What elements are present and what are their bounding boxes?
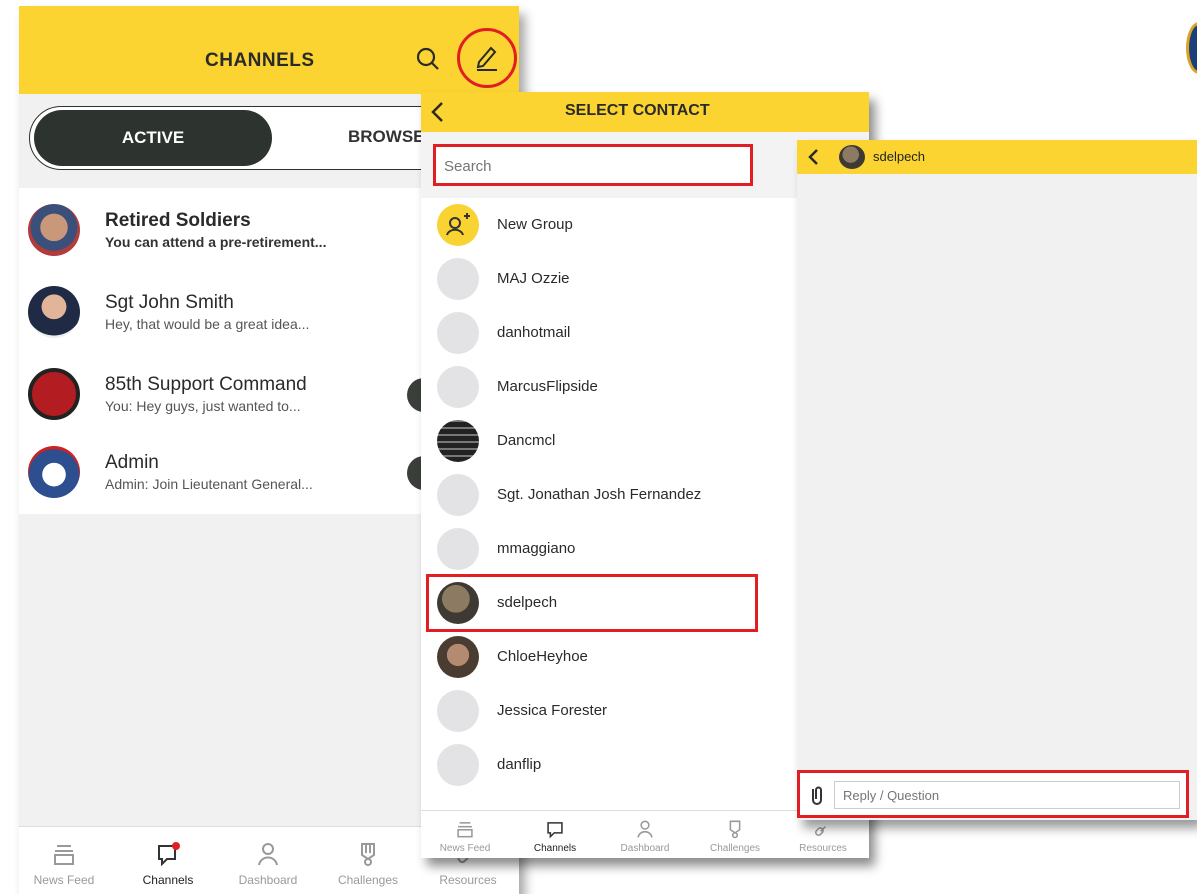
nav-label: Resources xyxy=(439,873,497,887)
contact-name: danflip xyxy=(497,756,542,773)
chat-screen: sdelpech xyxy=(797,140,1197,820)
nav-label: Resources xyxy=(799,843,847,854)
contact-name: danhotmail xyxy=(497,324,571,341)
nav-label: Dashboard xyxy=(238,873,298,887)
avatar xyxy=(437,744,479,786)
compose-icon[interactable] xyxy=(473,42,501,72)
search-box-highlight xyxy=(433,144,753,186)
reply-box-highlight xyxy=(797,770,1189,818)
tab-active[interactable]: ACTIVE xyxy=(34,110,272,166)
nav-dashboard[interactable]: Dashboard xyxy=(601,811,689,854)
avatar xyxy=(28,204,80,256)
page-title: CHANNELS xyxy=(205,50,315,71)
channel-name: Sgt John Smith xyxy=(105,292,234,313)
nav-challenges[interactable]: Challenges xyxy=(323,827,413,887)
contact-name: Dancmcl xyxy=(497,432,556,449)
contact-name: MarcusFlipside xyxy=(497,378,598,395)
nav-channels[interactable]: Channels xyxy=(123,827,213,887)
avatar xyxy=(28,446,80,498)
channel-preview: You can attend a pre-retirement... xyxy=(105,234,327,250)
nav-label: Challenges xyxy=(709,843,761,854)
page-title: SELECT CONTACT xyxy=(565,102,710,119)
select-contact-header: SELECT CONTACT xyxy=(421,92,869,132)
channels-icon xyxy=(547,822,563,839)
channel-preview: Admin: Join Lieutenant General... xyxy=(105,476,313,492)
contact-name: Sgt. Jonathan Josh Fernandez xyxy=(497,486,702,503)
add-group-icon xyxy=(437,204,479,246)
person-icon xyxy=(258,843,278,866)
avatar xyxy=(437,528,479,570)
nav-channels[interactable]: Channels xyxy=(511,811,599,854)
avatar xyxy=(437,690,479,732)
nav-label: Challenges xyxy=(337,873,399,887)
nav-dashboard[interactable]: Dashboard xyxy=(223,827,313,887)
nav-label: News Feed xyxy=(439,843,491,854)
avatar xyxy=(28,286,80,338)
channel-name: 85th Support Command xyxy=(105,374,307,395)
link-icon xyxy=(814,826,826,837)
avatar xyxy=(437,474,479,516)
chat-contact-name: sdelpech xyxy=(873,149,926,164)
channel-name: Retired Soldiers xyxy=(105,210,251,231)
chat-header: sdelpech xyxy=(797,140,1197,174)
contact-name: New Group xyxy=(497,216,573,233)
nav-news-feed[interactable]: News Feed xyxy=(19,827,109,887)
contact-name: mmaggiano xyxy=(497,540,576,557)
nav-label: Dashboard xyxy=(620,843,670,854)
avatar xyxy=(839,145,865,169)
channels-icon xyxy=(158,842,180,867)
nav-challenges[interactable]: Challenges xyxy=(691,811,779,854)
avatar xyxy=(437,366,479,408)
reply-input[interactable] xyxy=(834,781,1180,809)
attachment-icon[interactable] xyxy=(810,785,824,805)
avatar xyxy=(437,312,479,354)
avatar xyxy=(28,368,80,420)
channel-preview: You: Hey guys, just wanted to... xyxy=(105,398,301,414)
logo xyxy=(1186,22,1197,74)
avatar xyxy=(437,636,479,678)
selected-contact-highlight xyxy=(426,574,758,632)
contact-name: MAJ Ozzie xyxy=(497,270,570,287)
nav-news-feed[interactable]: News Feed xyxy=(421,811,509,854)
search-input[interactable] xyxy=(444,153,734,179)
avatar xyxy=(437,420,479,462)
channel-preview: Hey, that would be a great idea... xyxy=(105,316,310,332)
person-icon xyxy=(637,820,653,838)
medal-icon xyxy=(361,843,375,866)
contact-name: Jessica Forester xyxy=(497,702,608,719)
back-icon[interactable] xyxy=(429,100,447,124)
contact-name: ChloeHeyhoe xyxy=(497,648,588,665)
avatar xyxy=(437,258,479,300)
medal-icon xyxy=(729,820,741,839)
news-feed-icon xyxy=(54,845,74,865)
channel-name: Admin xyxy=(105,452,159,473)
tab-browse[interactable]: BROWSE xyxy=(348,127,425,147)
channels-header: CHANNELS xyxy=(19,6,519,94)
search-icon[interactable] xyxy=(415,46,443,74)
news-feed-icon xyxy=(457,822,473,838)
nav-label: Channels xyxy=(533,843,577,854)
nav-label: Channels xyxy=(142,873,194,887)
back-icon[interactable] xyxy=(807,148,821,166)
nav-label: News Feed xyxy=(33,873,95,887)
